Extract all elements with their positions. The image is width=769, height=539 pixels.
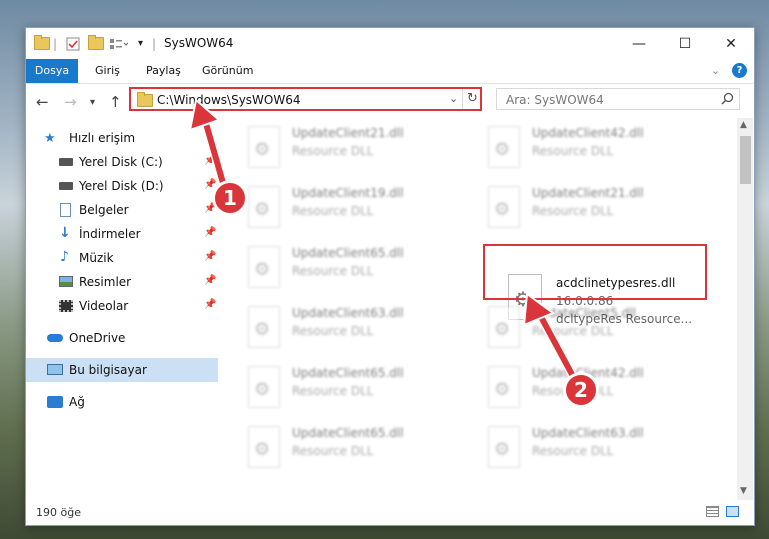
up-arrow-icon[interactable]: ↑	[109, 93, 122, 111]
music-icon: ♪	[60, 249, 69, 265]
status-bar: 190 öğe	[26, 500, 754, 525]
dll-file-icon: ⚙	[488, 306, 520, 348]
file-tile[interactable]: ⚙ UpdateClient63.dll Resource DLL	[483, 424, 715, 484]
computer-icon	[47, 364, 63, 375]
recent-locations-icon[interactable]: ▾	[90, 97, 95, 108]
sidebar-item-videos[interactable]: Videolar 📌	[26, 294, 218, 318]
search-placeholder: Ara: SysWOW64	[506, 93, 604, 107]
scroll-up-icon[interactable]: ▲	[740, 120, 747, 130]
file-tile[interactable]: ⚙ UpdateClient19.dll Resource DLL	[243, 184, 475, 244]
sidebar-item-quick-access[interactable]: ★ Hızlı erişim	[26, 126, 218, 150]
sidebar-item-this-pc[interactable]: Bu bilgisayar	[26, 358, 218, 382]
pin-icon[interactable]: 📌	[204, 227, 216, 238]
minimize-button[interactable]: —	[616, 28, 662, 59]
dll-file-icon: ⚙	[248, 426, 280, 468]
highlight-box	[483, 244, 707, 300]
refresh-icon[interactable]: ↻	[467, 91, 478, 106]
sidebar-item-onedrive[interactable]: OneDrive	[26, 326, 218, 350]
download-icon: ↓	[59, 225, 71, 241]
details-view-icon[interactable]	[706, 506, 719, 517]
pin-icon[interactable]: 📌	[204, 299, 216, 310]
star-icon: ★	[44, 131, 56, 146]
pin-icon[interactable]: 📌	[204, 251, 216, 262]
callout-2: 2	[563, 372, 599, 408]
file-tile[interactable]: ⚙ UpdateClient21.dll Resource DLL	[243, 124, 475, 184]
pin-icon[interactable]: 📌	[204, 155, 216, 166]
vertical-scrollbar[interactable]: ▲ ▼	[737, 118, 753, 500]
explorer-window: | ▾ | SysWOW64 — ☐ ✕ Dosya Giriş Paylaş …	[25, 27, 755, 526]
file-tile[interactable]: ⚙ UpdateClient65.dll Resource DLL	[243, 244, 475, 304]
ribbon: Dosya Giriş Paylaş Görünüm ⌄ ?	[26, 59, 754, 84]
title-bar: | ▾ | SysWOW64 — ☐ ✕	[26, 28, 754, 59]
tab-file[interactable]: Dosya	[26, 59, 78, 83]
back-arrow-icon[interactable]: ←	[36, 93, 49, 111]
dll-file-icon: ⚙	[488, 366, 520, 408]
pictures-icon	[59, 276, 73, 287]
search-input[interactable]: Ara: SysWOW64	[496, 88, 740, 110]
file-tile[interactable]: ⚙ UpdateClient21.dll Resource DLL	[483, 184, 715, 244]
help-icon[interactable]: ?	[732, 63, 747, 78]
dll-file-icon: ⚙	[248, 126, 280, 168]
separator: |	[53, 36, 58, 51]
tab-home[interactable]: Giriş	[95, 59, 120, 83]
file-tile[interactable]: ⚙ UpdateClient5.dll Resource DLL	[483, 304, 715, 364]
scroll-down-icon[interactable]: ▼	[740, 486, 747, 496]
sidebar-item-pictures[interactable]: Resimler 📌	[26, 270, 218, 294]
navigation-bar: ← → ▾ ↑ C:\Windows\SysWOW64 ⌄ ↻ Ara: Sys…	[26, 84, 754, 118]
documents-icon	[60, 203, 71, 217]
sidebar-item-network[interactable]: Ağ	[26, 390, 218, 414]
file-tile[interactable]: ⚙ UpdateClient63.dll Resource DLL	[243, 304, 475, 364]
dll-file-icon: ⚙	[248, 366, 280, 408]
dll-file-icon: ⚙	[248, 186, 280, 228]
navigation-pane: ★ Hızlı erişim Yerel Disk (C:) 📌 Yerel D…	[26, 118, 218, 500]
sidebar-item-music[interactable]: ♪ Müzik 📌	[26, 246, 218, 270]
file-list: ⚙ UpdateClient21.dll Resource DLL ⚙ Upda…	[243, 118, 735, 500]
file-tile[interactable]: ⚙ UpdateClient42.dll Resource DLL	[483, 124, 715, 184]
sidebar-item-documents[interactable]: Belgeler 📌	[26, 198, 218, 222]
callout-1: 1	[212, 180, 248, 216]
properties-icon[interactable]	[66, 36, 80, 51]
sidebar-item-drive-c[interactable]: Yerel Disk (C:) 📌	[26, 150, 218, 174]
drive-icon	[59, 182, 73, 190]
window-title: SysWOW64	[164, 36, 234, 50]
customize-toolbar-icon[interactable]: ▾	[138, 36, 143, 51]
close-button[interactable]: ✕	[708, 28, 754, 59]
file-tile[interactable]: ⚙ UpdateClient42.dll Resource DLL	[483, 364, 715, 424]
folder-icon	[34, 35, 50, 51]
item-count: 190 öğe	[36, 506, 81, 519]
address-dropdown-icon[interactable]: ⌄	[449, 92, 458, 105]
tab-share[interactable]: Paylaş	[146, 59, 181, 83]
dll-file-icon: ⚙	[488, 126, 520, 168]
network-icon	[47, 396, 63, 408]
dll-file-icon: ⚙	[488, 426, 520, 468]
dll-file-icon: ⚙	[488, 186, 520, 228]
scrollbar-thumb[interactable]	[740, 136, 751, 184]
video-icon	[59, 300, 73, 312]
folder-icon	[137, 92, 153, 110]
maximize-button[interactable]: ☐	[662, 28, 708, 59]
drive-icon	[59, 158, 73, 166]
cloud-icon	[47, 334, 63, 342]
tab-view[interactable]: Görünüm	[202, 59, 253, 83]
pin-icon[interactable]: 📌	[204, 275, 216, 286]
view-options-icon[interactable]	[110, 36, 128, 51]
dll-file-icon: ⚙	[248, 246, 280, 288]
large-icons-view-icon[interactable]	[726, 506, 739, 517]
expand-ribbon-icon[interactable]: ⌄	[711, 59, 720, 83]
file-tile[interactable]: ⚙ UpdateClient65.dll Resource DLL	[243, 364, 475, 424]
sidebar-item-downloads[interactable]: ↓ İndirmeler 📌	[26, 222, 218, 246]
divider	[462, 89, 463, 109]
dll-file-icon: ⚙	[248, 306, 280, 348]
address-bar[interactable]: C:\Windows\SysWOW64 ⌄ ↻	[129, 87, 482, 111]
forward-arrow-icon[interactable]: →	[64, 93, 77, 111]
new-folder-icon[interactable]	[88, 35, 104, 51]
search-icon[interactable]	[721, 92, 734, 108]
separator: |	[152, 36, 157, 51]
sidebar-item-drive-d[interactable]: Yerel Disk (D:) 📌	[26, 174, 218, 198]
file-tile[interactable]: ⚙ UpdateClient65.dll Resource DLL	[243, 424, 475, 484]
address-path: C:\Windows\SysWOW64	[157, 93, 301, 107]
